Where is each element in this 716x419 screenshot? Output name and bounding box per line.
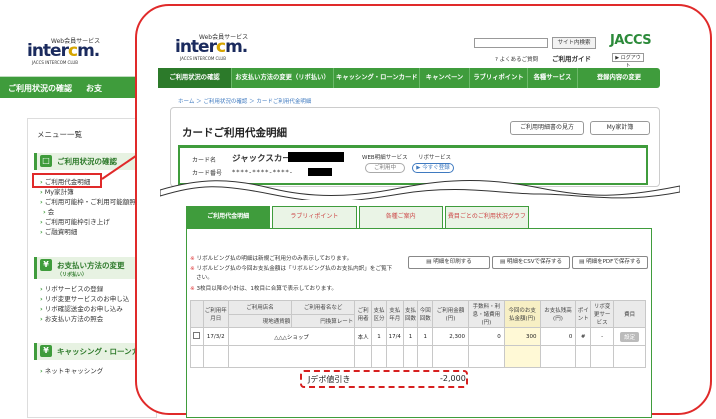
main-nav: ご利用状況の確認 お支払い方法の変更（リボ払い） キャッシング・ローンカード キ… (158, 68, 660, 88)
nav-payment[interactable]: お支払い方法の変更（リボ払い） (232, 68, 334, 88)
logo[interactable]: Web会員サービス intercm. JACCS INTERCOM CLUB (175, 32, 285, 62)
menu-item[interactable]: リボサービスの登録 (40, 283, 104, 293)
budget-book-button[interactable]: My家計簿 (590, 121, 650, 135)
menu-item[interactable]: リボ確認送金のお申し込み (40, 303, 123, 313)
col-header: ご利用年月日 (202, 300, 229, 328)
cell-times: 1 (402, 327, 419, 346)
menu-item[interactable]: ネットキャッシング (40, 365, 104, 375)
col-header: ご利用店名 (227, 300, 293, 315)
highlight-box (32, 173, 102, 188)
menu-item-cont[interactable]: 会 (43, 206, 55, 216)
calendar-icon: □ (40, 155, 52, 167)
faq-link[interactable]: ? よくあるご質問 (495, 55, 538, 63)
csv-icon: ▤ (499, 259, 507, 265)
logout-button[interactable]: ▶ ログアウト (612, 53, 644, 69)
note: ※ リボルビング払の今回お支払金額は「リボルビング払のお支払内訳」をご覧下 (190, 266, 393, 272)
cell-month: 17/4 (385, 327, 404, 346)
note: ※ リボルビング払の明細は新規ご利用分のみ表示しております。 (190, 256, 353, 262)
col-header: お支払残高(円) (539, 300, 577, 328)
menu-item[interactable]: お支払い方法の照会 (40, 313, 104, 323)
card-number-value: ****-****-****- (232, 168, 294, 176)
cell-balance: 0 (539, 327, 577, 346)
table-row: 17/3/2 △△△ショップ 本人 1 17/4 1 1 2,300 0 300… (190, 327, 646, 346)
tab-statement[interactable]: ご利用代金明細 (186, 206, 271, 228)
col-header: 今回回数 (417, 300, 434, 328)
nav-cashing[interactable]: キャッシング・ローンカード (334, 68, 420, 88)
web-service-label: WEB明細サービス (362, 155, 408, 161)
col-header: 支払回数 (402, 300, 419, 328)
guide-link[interactable]: ご利用ガイド (552, 53, 591, 63)
tab-bar: ご利用代金明細 ラブリィポイント 各種ご案内 費目ごとのご利用状況グラフ (186, 206, 531, 228)
redaction-bar (288, 152, 344, 162)
discount-value: -2,000 (440, 374, 466, 383)
col-header: 支払区分 (371, 300, 387, 328)
col-subheader: 現地通貨額 (227, 313, 293, 328)
cell-user: 本人 (354, 327, 373, 346)
col-header: 費目 (613, 300, 646, 328)
menu-item[interactable]: ご利用可能枠引き上げ (40, 216, 110, 226)
cell-amount: 2,300 (432, 327, 469, 346)
tab-info[interactable]: 各種ご案内 (358, 206, 443, 228)
yen-icon: ¥ (40, 345, 52, 357)
brand-logo: JACCS (610, 33, 652, 48)
cell-date: 17/3/2 (202, 327, 229, 346)
tab-points[interactable]: ラブリィポイント (272, 206, 357, 228)
nav-campaign[interactable]: キャンペーン (420, 68, 470, 88)
print-button[interactable]: ▤ 明細を印刷する (408, 256, 490, 269)
bg-logo: Web会員サービス intercm. JACCS INTERCOM CLUB (27, 38, 101, 65)
nav-points[interactable]: ラブリィポイント (470, 68, 528, 88)
col-header: ご利用金額(円) (432, 300, 469, 328)
statement-guide-button[interactable]: ご利用明細書の見方 (510, 121, 584, 135)
col-header: 今回のお支払金額(円) (503, 300, 541, 328)
bg-nav-item[interactable]: お支 (86, 84, 102, 93)
csv-save-button[interactable]: ▤ 明細をCSVで保存する (492, 256, 570, 269)
col-header: 支払年月 (385, 300, 404, 328)
col-header: ポイント (575, 300, 592, 328)
cell-pay: 300 (503, 327, 541, 346)
menu-item[interactable]: ご融資明細 (40, 226, 78, 236)
breadcrumb[interactable]: ホーム ＞ ご利用状況の確認 ＞ カードご利用代金明細 (178, 97, 311, 105)
row-checkbox[interactable] (190, 327, 204, 346)
ribo-register-button[interactable]: ▶ 今すぐ登録 (412, 163, 454, 173)
nav-settings[interactable]: 登録内容の変更 (578, 68, 660, 88)
card-name-label: カード名 (192, 157, 217, 164)
page-title: カードご利用代金明細 (182, 127, 287, 139)
col-header: ご利用者 (354, 300, 373, 328)
col-subheader: 円換算レート (291, 313, 356, 328)
yen-icon: ¥ (40, 259, 52, 271)
discount-label: Jデポ値引き (308, 375, 351, 384)
web-service-button[interactable]: ご利用中 (365, 163, 405, 173)
col-header: 手数料・利息・諸費用(円) (467, 300, 505, 328)
menu-item[interactable]: ご利用可能枠・ご利用可能額照 (40, 196, 136, 206)
ribo-service-label: リボサービス (418, 155, 452, 161)
cell-shop: △△△ショップ (227, 327, 356, 346)
col-header: リボ変更サービス (590, 300, 615, 328)
search-button[interactable]: サイト内検索 (552, 37, 596, 49)
cell-count: 1 (417, 327, 434, 346)
bg-nav-item[interactable]: ご利用状況の確認 (8, 84, 72, 93)
cell-category: 設定 (613, 327, 646, 346)
statement-table: ご利用年月日 ご利用店名 ご利用者名など ご利用者 支払区分 支払年月 支払回数… (190, 300, 646, 368)
menu-item[interactable]: リボ変更サービスのお申し込 (40, 293, 130, 303)
redaction-bar (308, 168, 332, 176)
col-header (190, 300, 204, 328)
cell-method: 1 (371, 327, 387, 346)
category-set-button[interactable]: 設定 (620, 331, 640, 342)
page-break-wave (160, 180, 680, 200)
cell-ribo: - (590, 327, 615, 346)
nav-usage[interactable]: ご利用状況の確認 (158, 68, 232, 88)
pdf-save-button[interactable]: ▤ 明細をPDFで保存する (572, 256, 648, 269)
note: ※ 3枚目以降の小計は、1枚目に合算で表示しております。 (190, 286, 337, 292)
search-input[interactable] (474, 38, 548, 48)
cell-point: # (575, 327, 592, 346)
cell-fee: 0 (467, 327, 505, 346)
col-header: ご利用者名など (291, 300, 356, 315)
note: さい。 (196, 275, 213, 281)
tab-graph[interactable]: 費目ごとのご利用状況グラフ (444, 206, 529, 228)
nav-services[interactable]: 各種サービス (528, 68, 578, 88)
table-row (190, 345, 646, 368)
